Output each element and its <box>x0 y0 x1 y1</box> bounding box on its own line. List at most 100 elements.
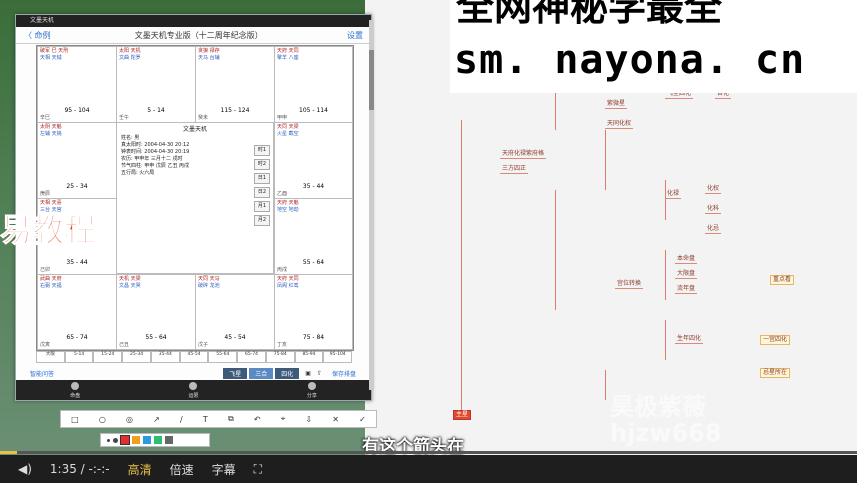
bottom-tab-label: 分享 <box>306 392 317 399</box>
segment-sanhe[interactable]: 三合 <box>249 367 274 379</box>
mindmap-node[interactable]: 宫位转换 <box>615 280 644 289</box>
timeline-cell[interactable]: 55-64 <box>208 351 238 363</box>
settings-button[interactable]: 设置 <box>347 30 363 41</box>
timeline-cell[interactable]: 85-94 <box>294 351 324 363</box>
bottom-tab[interactable]: 命盘 <box>70 381 80 399</box>
color-gray-swatch[interactable] <box>165 436 173 444</box>
palace-cell[interactable]: 太阴 天魁 左辅 天姚 25 - 34 庚辰 <box>37 122 117 199</box>
shift-button[interactable]: 日2 <box>253 187 270 198</box>
shift-button[interactable]: 时1 <box>253 145 270 156</box>
save-icon[interactable]: ▣ <box>305 370 311 377</box>
bottom-tab[interactable]: 运限 <box>188 381 199 399</box>
rectangle-icon[interactable]: □ <box>71 415 79 424</box>
vertical-scrollbar[interactable] <box>369 20 374 390</box>
mosaic-icon[interactable]: ◎ <box>126 415 133 424</box>
palace-ganzhi: 己丑 <box>119 342 130 348</box>
undo-icon[interactable]: ↶ <box>254 415 261 424</box>
shift-button[interactable]: 月1 <box>253 201 270 212</box>
mindmap-highlight-node[interactable]: 忌星所在 <box>760 368 791 378</box>
palace-stars: 武曲 天府 <box>40 276 62 282</box>
mindmap-node[interactable]: 紫微星 <box>605 100 628 109</box>
shift-button[interactable]: 日1 <box>253 173 270 184</box>
timeline-cell[interactable]: 大限 <box>36 351 65 363</box>
palace-minor-stars: 左辅 天姚 <box>40 131 62 137</box>
timeline-cell[interactable]: 75-84 <box>265 351 295 363</box>
left-watermark: 易教程 <box>0 211 97 250</box>
timeline-cell[interactable]: 95-104 <box>323 351 353 363</box>
fullscreen-icon[interactable]: ⛶ <box>254 462 262 477</box>
shift-button[interactable]: 月2 <box>253 215 270 226</box>
mindmap-root-node[interactable]: 主星 <box>453 410 472 420</box>
segment-feixing[interactable]: 飞星 <box>223 367 248 379</box>
save-icon[interactable]: ⇩ <box>305 415 312 424</box>
mindmap-node[interactable]: 流年盘 <box>675 285 698 294</box>
speed-button[interactable]: 倍速 <box>170 461 194 478</box>
volume-icon[interactable]: ◀) <box>18 462 32 476</box>
color-red-swatch[interactable] <box>120 435 130 445</box>
quality-button[interactable]: 高清 <box>128 461 152 478</box>
mindmap-node[interactable]: 天府化禄紫府格 <box>500 150 547 159</box>
text-icon[interactable]: T <box>203 415 208 424</box>
palace-cell[interactable]: 破军 巳 天刑 天相 天钺 95 - 104 辛巳 <box>37 46 117 123</box>
scrollbar-thumb[interactable] <box>369 50 374 110</box>
mindmap-node[interactable]: 化忌 <box>705 225 722 234</box>
size-small-icon[interactable] <box>107 438 110 442</box>
shift-button[interactable]: 时2 <box>253 159 270 170</box>
palace-cell[interactable]: 天府 天同 凤阁 红鸾 75 - 84 丁亥 <box>274 274 353 350</box>
timeline-cell[interactable]: 65-74 <box>237 351 266 363</box>
smart-qa-button[interactable]: 智能问答 <box>30 369 54 378</box>
palace-cell[interactable]: 天府 天魁 地空 地劫 55 - 64 丙戌 <box>274 198 353 275</box>
segment-sihua[interactable]: 四化 <box>275 367 300 379</box>
mindmap-highlight-node[interactable]: 重点看 <box>770 275 795 285</box>
palace-stars: 天机 天梁 <box>119 276 141 282</box>
bottom-tab[interactable]: 分享 <box>306 381 317 399</box>
mindmap-highlight-node[interactable]: 一宫四化 <box>760 335 791 345</box>
color-green-swatch[interactable] <box>154 436 162 444</box>
palace-cell[interactable]: 太阳 天机 文曲 陀罗 5 - 14 壬午 <box>116 46 196 123</box>
color-orange-swatch[interactable] <box>132 436 140 444</box>
video-progress-bar[interactable] <box>0 451 857 454</box>
mindmap-node[interactable]: 生年四化 <box>675 335 704 344</box>
timeline-cell[interactable]: 35-44 <box>150 351 180 363</box>
pin-icon[interactable]: ⌖ <box>281 414 286 424</box>
pen-icon[interactable]: ∕ <box>180 415 183 424</box>
back-button[interactable]: 〈 命例 <box>24 30 51 41</box>
palace-cell[interactable]: 天府 天同 擎羊 八座 105 - 114 甲申 <box>274 46 353 123</box>
arrow-icon[interactable]: ↗ <box>153 415 160 424</box>
share-icon <box>307 381 316 390</box>
app-bottom-bar: 命盘 运限 分享 <box>16 380 371 400</box>
palace-minor-stars: 地空 地劫 <box>277 207 299 213</box>
save-chart-button[interactable]: 保存排盘 <box>332 369 356 378</box>
confirm-icon[interactable]: ✓ <box>359 415 366 424</box>
mindmap-node[interactable]: 化禄 <box>665 190 682 199</box>
close-icon[interactable]: ✕ <box>332 415 339 424</box>
mindmap-node[interactable]: 大限盘 <box>675 270 698 279</box>
mindmap-node[interactable]: 天同化权 <box>605 120 634 129</box>
circle-icon[interactable]: ○ <box>99 415 106 424</box>
palace-ganzhi: 甲申 <box>277 115 288 121</box>
mindmap-node[interactable]: 化科 <box>705 205 722 214</box>
timeline-cell[interactable]: 25-34 <box>122 351 151 363</box>
timeline-cell[interactable]: 15-24 <box>93 351 123 363</box>
timeline-cell[interactable]: 5-14 <box>64 351 94 363</box>
copy-icon[interactable]: ⧉ <box>228 414 234 424</box>
palace-minor-stars: 右弼 天福 <box>40 283 62 289</box>
palace-cell[interactable]: 武曲 天府 右弼 天福 65 - 74 戊寅 <box>37 274 117 350</box>
mindmap-node[interactable]: 本命盘 <box>675 255 698 264</box>
mindmap-node[interactable]: 三方四正 <box>500 165 529 174</box>
color-blue-swatch[interactable] <box>143 436 151 444</box>
palace-range: 55 - 64 <box>302 259 325 266</box>
palace-cell[interactable]: 天同 天梁 火星 截空 35 - 44 乙酉 <box>274 122 353 199</box>
palace-cell[interactable]: 天机 天梁 文昌 天哭 55 - 64 己丑 <box>116 274 196 350</box>
palace-minor-stars: 破碎 龙池 <box>198 283 220 289</box>
mindmap-node[interactable]: 化权 <box>705 185 722 194</box>
subtitles-button[interactable]: 字幕 <box>212 461 236 478</box>
annotation-toolbar: □ ○ ◎ ↗ ∕ T ⧉ ↶ ⌖ ⇩ ✕ ✓ <box>60 410 377 428</box>
share-icon[interactable]: ⇧ <box>317 370 322 377</box>
palace-cell[interactable]: 贪狼 禄存 天马 台辅 115 - 124 癸未 <box>195 46 275 123</box>
palace-stars: 太阴 天魁 <box>40 124 62 130</box>
watermark-line-2: hjzw668 <box>610 419 722 447</box>
size-medium-icon[interactable] <box>113 437 118 443</box>
timeline-cell[interactable]: 45-54 <box>179 351 209 363</box>
palace-cell[interactable]: 天同 天马 破碎 龙池 45 - 54 戊子 <box>195 274 275 350</box>
